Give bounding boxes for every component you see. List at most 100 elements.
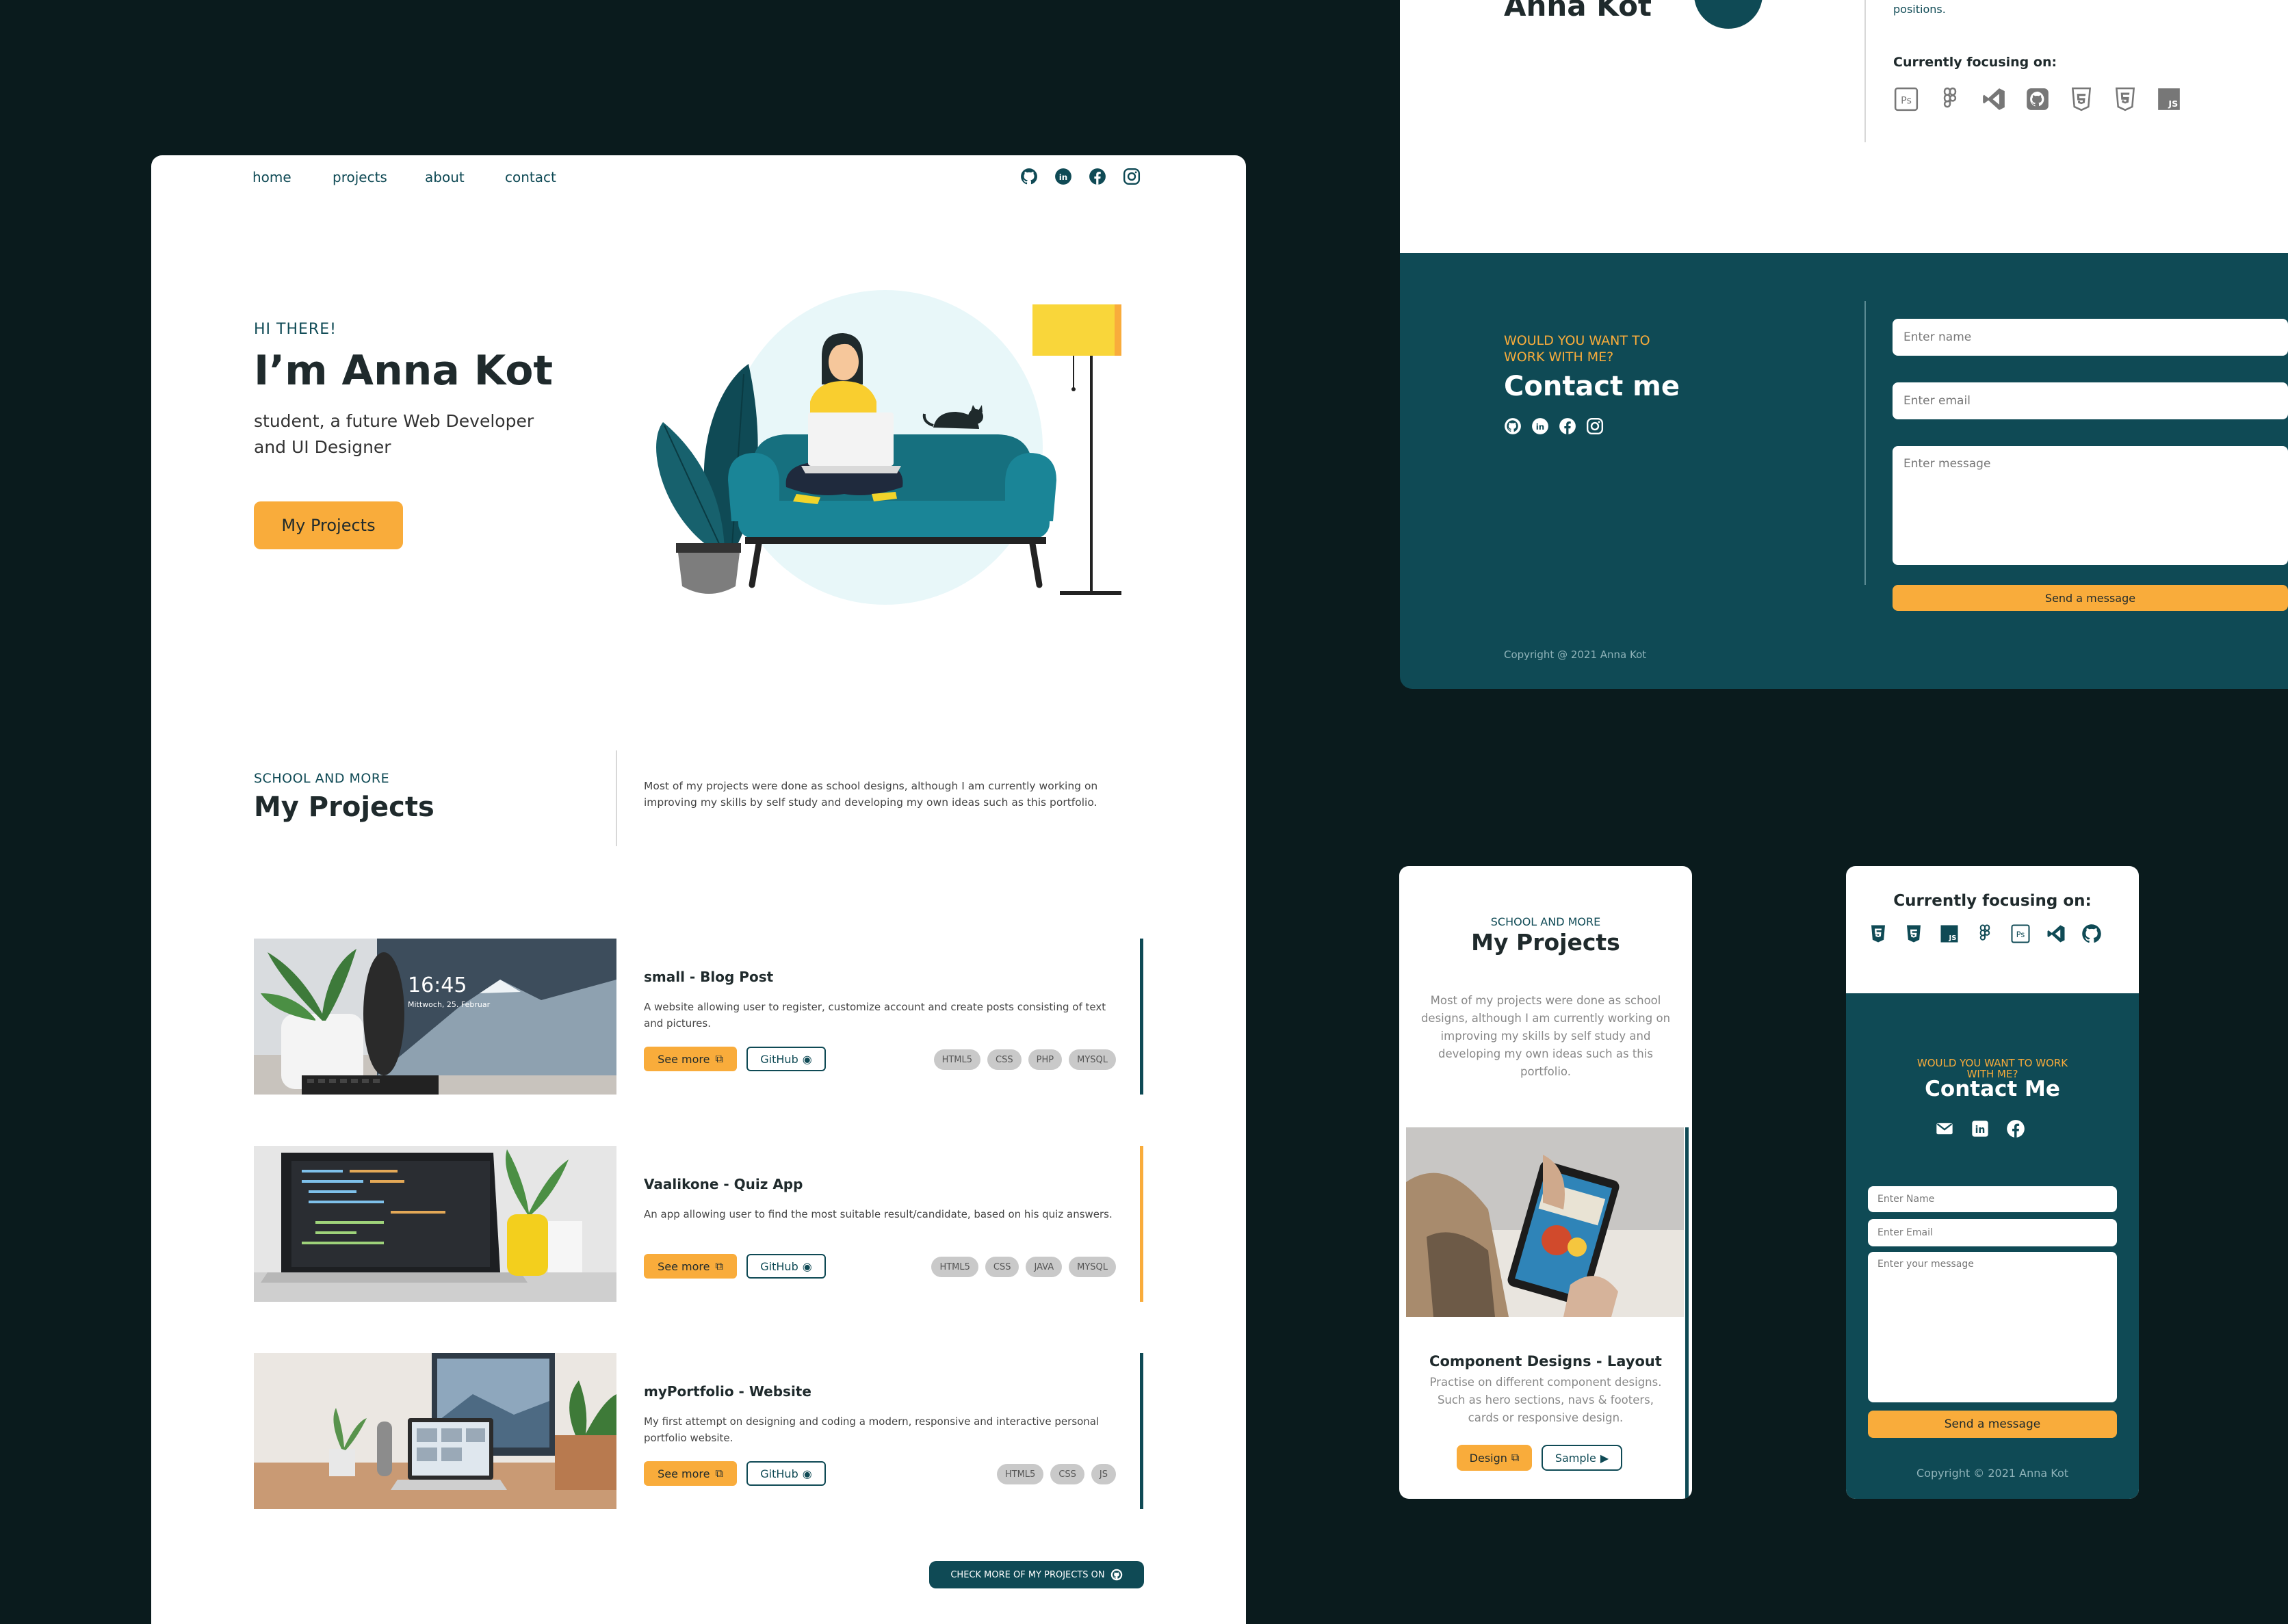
svg-text:Ps: Ps <box>2016 930 2025 939</box>
facebook-icon[interactable] <box>2006 1119 2025 1138</box>
project-accent-bar <box>1140 1353 1143 1509</box>
linkedin-icon[interactable]: in <box>1971 1119 1990 1138</box>
name-field[interactable]: Enter name <box>1893 319 2288 356</box>
tag: HTML5 <box>996 1464 1044 1484</box>
js-icon: JS <box>1940 925 1958 943</box>
svg-text:in: in <box>1536 422 1545 432</box>
projects-eyebrow: SCHOOL AND MORE <box>254 771 390 786</box>
nav-home[interactable]: home <box>252 169 291 185</box>
my-projects-button[interactable]: My Projects <box>254 501 403 549</box>
mobile-contact-frame: Currently focusing on: JS Ps WOULD YOU W… <box>1846 866 2139 1499</box>
tag: MYSQL <box>1069 1049 1116 1070</box>
project-image: 16:45 Mittwoch, 25. Februar <box>254 939 616 1095</box>
github-label: GitHub <box>760 1052 798 1066</box>
about-positions-text: positions. <box>1893 3 1946 16</box>
tag: JS <box>1091 1464 1116 1484</box>
project-description: An app allowing user to find the most su… <box>644 1208 1113 1220</box>
project-accent-bar <box>1140 1146 1143 1302</box>
check-more-button[interactable]: CHECK MORE OF MY PROJECTS ON <box>929 1561 1144 1588</box>
github-icon <box>2082 924 2101 943</box>
html5-icon <box>1871 925 1885 943</box>
external-link-icon: ⧉ <box>715 1052 723 1065</box>
project-image <box>254 1353 616 1509</box>
tech-tags: HTML5 CSS JAVA MYSQL <box>931 1257 1116 1277</box>
hero-illustration <box>656 290 1121 605</box>
mobile-name-field[interactable]: Enter Name <box>1868 1186 2117 1212</box>
projects-title: My Projects <box>254 791 434 823</box>
mobile-message-field[interactable]: Enter your message <box>1868 1252 2117 1402</box>
focusing-title: Currently focusing on: <box>1893 55 2057 70</box>
github-icon[interactable] <box>1020 168 1038 185</box>
vscode-icon <box>1983 88 2005 110</box>
mobile-focus-icons: JS Ps <box>1868 924 2102 944</box>
hero-subtitle: student, a future Web Developer and UI D… <box>254 411 534 457</box>
check-more-label: CHECK MORE OF MY PROJECTS ON <box>950 1569 1105 1580</box>
desktop-frame: home projects about contact in HI THERE!… <box>151 155 1246 1624</box>
mobile-email-field[interactable]: Enter Email <box>1868 1219 2117 1246</box>
instagram-icon[interactable] <box>1586 417 1604 435</box>
html5-icon <box>2115 87 2135 112</box>
about-divider <box>1864 0 1866 142</box>
design-button[interactable]: Design ⧉ <box>1457 1445 1532 1471</box>
svg-text:JS: JS <box>1949 934 1957 942</box>
sample-label: Sample <box>1555 1451 1596 1465</box>
github-button[interactable]: GitHub ◉ <box>746 1047 826 1071</box>
nav-projects[interactable]: projects <box>333 169 387 185</box>
email-icon[interactable] <box>1935 1119 1954 1138</box>
github-button[interactable]: GitHub ◉ <box>746 1461 826 1486</box>
about-section: Anna Kot positions. Currently focusing o… <box>1400 0 2288 253</box>
copyright: Copyright @ 2021 Anna Kot <box>1504 649 1647 661</box>
svg-text:JS: JS <box>2168 99 2178 109</box>
github-icon: ◉ <box>802 1259 812 1273</box>
nav-contact[interactable]: contact <box>505 169 556 185</box>
mobile-projects-description: Most of my projects were done as school … <box>1420 994 1671 1078</box>
github-icon <box>1110 1569 1122 1581</box>
project-description: My first attempt on designing and coding… <box>644 1415 1100 1444</box>
email-field[interactable]: Enter email <box>1893 382 2288 419</box>
github-icon: ◉ <box>802 1052 812 1066</box>
tag: CSS <box>1050 1464 1084 1484</box>
nav-about[interactable]: about <box>425 169 465 185</box>
play-icon: ▶ <box>1600 1451 1609 1465</box>
contact-title: Contact me <box>1504 371 1680 402</box>
facebook-icon[interactable] <box>1089 168 1106 185</box>
vscode-icon <box>2047 925 2065 943</box>
linkedin-icon[interactable]: in <box>1531 417 1549 435</box>
instagram-icon[interactable] <box>1123 168 1141 185</box>
external-link-icon: ⧉ <box>715 1259 723 1272</box>
mobile-projects-title: My Projects <box>1471 929 1620 956</box>
send-message-button[interactable]: Send a message <box>1893 585 2288 611</box>
tag: CSS <box>985 1257 1019 1277</box>
contact-section: WOULD YOU WANT TO WORK WITH ME? Contact … <box>1400 253 2288 689</box>
project-title: Vaalikone - Quiz App <box>644 1176 803 1192</box>
tag: MYSQL <box>1069 1257 1116 1277</box>
monitor-date: Mittwoch, 25. Februar <box>408 1000 491 1009</box>
mobile-send-button[interactable]: Send a message <box>1868 1411 2117 1438</box>
design-label: Design <box>1469 1451 1507 1465</box>
contact-social-icons: in <box>1504 417 1604 435</box>
contact-eyebrow: WOULD YOU WANT TO WORK WITH ME? <box>1504 333 1650 365</box>
project-accent-bar <box>1140 939 1143 1095</box>
github-button[interactable]: GitHub ◉ <box>746 1254 826 1279</box>
sample-button[interactable]: Sample ▶ <box>1542 1445 1622 1471</box>
message-field[interactable]: Enter message <box>1893 446 2288 565</box>
project-image <box>254 1146 616 1302</box>
tech-tags: HTML5 CSS PHP MYSQL <box>933 1049 1116 1070</box>
facebook-icon[interactable] <box>1559 417 1576 435</box>
mobile-contact-title: Contact Me <box>1925 1077 2060 1101</box>
mobile-project-accent-bar <box>1685 1127 1689 1499</box>
mobile-focusing-title: Currently focusing on: <box>1893 892 2092 910</box>
see-more-button[interactable]: See more ⧉ <box>644 1254 737 1279</box>
mobile-copyright: Copyright © 2021 Anna Kot <box>1916 1467 2069 1480</box>
linkedin-icon[interactable]: in <box>1054 168 1072 185</box>
github-label: GitHub <box>760 1259 798 1273</box>
project-card: 16:45 Mittwoch, 25. Februar small - Blog… <box>254 939 1143 1095</box>
see-more-button[interactable]: See more ⧉ <box>644 1461 737 1486</box>
svg-text:in: in <box>1975 1125 1986 1136</box>
see-more-button[interactable]: See more ⧉ <box>644 1047 737 1071</box>
hero-title: I’m Anna Kot <box>254 347 554 395</box>
section-divider <box>616 750 617 846</box>
js-icon: JS <box>2158 88 2180 110</box>
github-icon[interactable] <box>1504 417 1522 435</box>
see-more-label: See more <box>658 1052 710 1066</box>
